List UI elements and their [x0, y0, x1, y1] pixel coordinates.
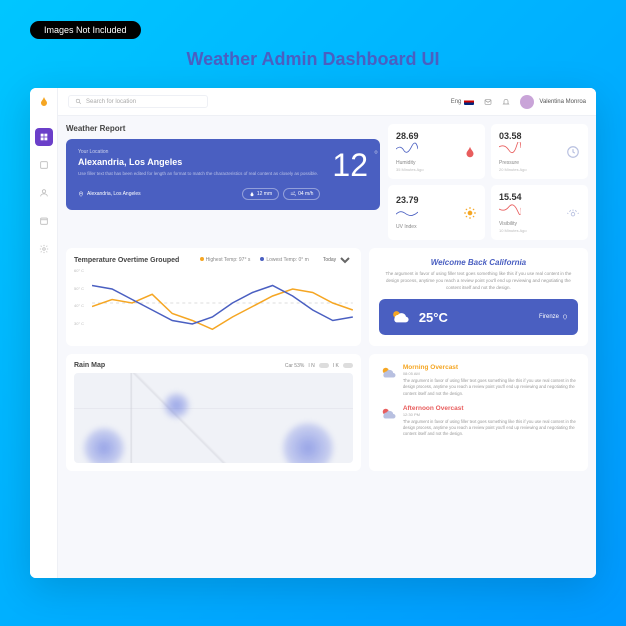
metric-uvindex: 23.79 UV Index [388, 185, 485, 240]
rain-map[interactable] [74, 373, 353, 463]
forecast-title: Morning Overcast [403, 364, 578, 371]
pin-icon [562, 314, 568, 320]
search-input[interactable]: Search for location [68, 95, 208, 108]
map-controls: Car 53% I N I K [285, 363, 353, 369]
images-not-included-badge: Images Not Included [30, 21, 141, 39]
search-placeholder: Search for location [86, 99, 136, 105]
legend-highest: Highest Temp: 97° s [200, 257, 251, 263]
droplet-icon [249, 191, 255, 197]
clock-icon [566, 145, 580, 159]
search-icon [75, 98, 82, 105]
sparkline [396, 142, 418, 154]
welcome-temperature: 25°C [419, 310, 448, 325]
welcome-title: Welcome Back California [379, 258, 578, 267]
sun-icon [463, 206, 477, 220]
avatar [520, 95, 534, 109]
forecast-description: The argument in favor of using filler te… [403, 378, 578, 397]
chart-title: Temperature Overtime Grouped [74, 257, 179, 264]
humidity-icon [463, 145, 477, 159]
nav-users[interactable] [35, 184, 53, 202]
metric-humidity: 28.69 Humidity 35 Minutes Ago [388, 124, 485, 179]
metric-pressure: 03.58 Pressure 20 Minutes Ago [491, 124, 588, 179]
forecast-item: Morning Overcast 08:05 AM The argument i… [379, 364, 578, 397]
map-toggle-2[interactable] [343, 363, 353, 368]
sparkline [499, 142, 521, 154]
metric-value: 23.79 [396, 195, 458, 205]
sidebar [30, 88, 58, 578]
user-menu[interactable]: Valentina Monroa [520, 95, 586, 109]
hero-description: Use filler text that has been edited for… [78, 171, 320, 178]
rain-map-card: Rain Map Car 53% I N I K [66, 354, 361, 471]
partly-cloudy-icon [389, 307, 409, 327]
wind-pill: 04 m/h [283, 188, 320, 200]
metric-time: 10 Minutes Ago [499, 228, 561, 233]
map-title: Rain Map [74, 362, 105, 369]
user-name: Valentina Monroa [539, 99, 586, 105]
nav-reports[interactable] [35, 156, 53, 174]
metric-value: 15.54 [499, 192, 561, 202]
visibility-icon [566, 206, 580, 220]
nav-calendar[interactable] [35, 212, 53, 230]
footer-location[interactable]: Alexandria, Los Angeles [78, 191, 141, 197]
forecast-description: The argument in favor of using filler te… [403, 419, 578, 438]
mail-icon[interactable] [484, 98, 492, 106]
weather-report-title: Weather Report [66, 124, 380, 133]
metric-time: 20 Minutes Ago [499, 167, 561, 172]
page-title: Weather Admin Dashboard UI [30, 49, 596, 70]
chart-period-select[interactable]: Today [319, 256, 353, 264]
app-logo-icon [38, 96, 50, 108]
rain-pill: 12 mm [242, 188, 279, 200]
metric-visibility: 15.54 Visibility 10 Minutes Ago [491, 185, 588, 240]
forecast-item: Afternoon Overcast 12:30 PM The argument… [379, 405, 578, 438]
chart-body: 60° C 50° C 40° C 30° C [74, 268, 353, 338]
topbar: Search for location Eng Valentina Monroa [58, 88, 596, 116]
morning-overcast-icon [379, 364, 397, 382]
nav-settings[interactable] [35, 240, 53, 258]
forecast-time: 08:05 AM [403, 371, 578, 376]
pin-icon [78, 191, 84, 197]
welcome-city: Firenze [539, 314, 568, 320]
bell-icon[interactable] [502, 98, 510, 106]
welcome-weather-widget: 25°C Firenze [379, 299, 578, 335]
forecast-title: Afternoon Overcast [403, 405, 578, 412]
welcome-card: Welcome Back California The argument in … [369, 248, 588, 346]
map-toggle-1[interactable] [319, 363, 329, 368]
metric-time: 35 Minutes Ago [396, 167, 458, 172]
weather-report-section: Weather Report Your Location Alexandria,… [66, 124, 380, 240]
legend-lowest: Lowest Temp: 0° m [260, 257, 308, 263]
afternoon-overcast-icon [379, 405, 397, 423]
forecast-time: 12:30 PM [403, 412, 578, 417]
metric-value: 03.58 [499, 131, 561, 141]
hero-location: Alexandria, Los Angeles [78, 157, 320, 167]
forecast-card: Morning Overcast 08:05 AM The argument i… [369, 354, 588, 471]
dashboard-window: Search for location Eng Valentina Monroa… [30, 88, 596, 578]
language-selector[interactable]: Eng [451, 98, 475, 105]
metric-label: UV Index [396, 224, 458, 230]
sparkline [396, 206, 418, 218]
wind-icon [290, 191, 296, 197]
sparkline [499, 203, 521, 215]
flag-icon [464, 98, 474, 105]
your-location-label: Your Location [78, 149, 320, 155]
metric-label: Visibility [499, 221, 561, 227]
metrics-grid: 28.69 Humidity 35 Minutes Ago 03.58 Pres… [388, 124, 588, 240]
nav-home[interactable] [35, 128, 53, 146]
metric-label: Humidity [396, 160, 458, 166]
weather-hero-card: Your Location Alexandria, Los Angeles Us… [66, 139, 380, 210]
main-content: Search for location Eng Valentina Monroa… [58, 88, 596, 578]
metric-value: 28.69 [396, 131, 458, 141]
hero-temperature: 12° [332, 149, 368, 181]
welcome-description: The argument in favor of using filler te… [379, 271, 578, 291]
metric-label: Pressure [499, 160, 561, 166]
temperature-chart-card: Temperature Overtime Grouped Highest Tem… [66, 248, 361, 346]
